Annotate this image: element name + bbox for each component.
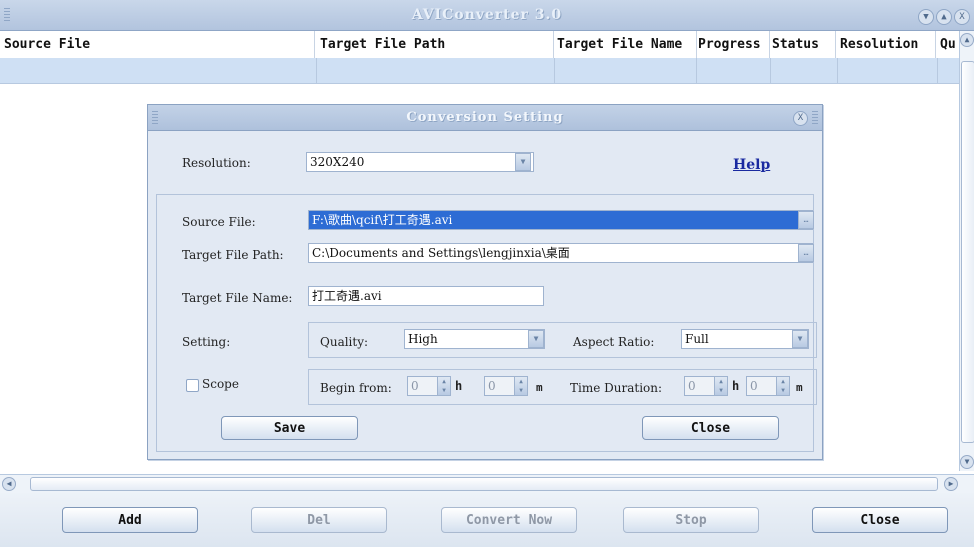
chevron-down-icon[interactable]: ▼ bbox=[515, 153, 531, 171]
target-file-path-label: Target File Path: bbox=[182, 248, 284, 262]
help-link[interactable]: Help bbox=[733, 157, 770, 173]
column-header-source-file[interactable]: Source File bbox=[4, 31, 315, 58]
close-button[interactable]: Close bbox=[812, 507, 948, 533]
maximize-button[interactable]: ▲ bbox=[936, 9, 952, 25]
table-cell bbox=[838, 58, 938, 83]
hours-unit: h bbox=[455, 379, 463, 393]
table-header: Source File Target File Path Target File… bbox=[0, 31, 960, 58]
duration-hours-stepper[interactable]: ▲ ▼ bbox=[714, 376, 728, 396]
scroll-right-icon[interactable]: ▶ bbox=[944, 477, 958, 491]
aspect-ratio-label: Aspect Ratio: bbox=[573, 335, 655, 349]
convert-now-button[interactable]: Convert Now bbox=[441, 507, 577, 533]
source-file-field[interactable]: F:\歌曲\qcif\打工奇遇.avi bbox=[308, 210, 813, 230]
table-cell bbox=[555, 58, 697, 83]
hours-unit: h bbox=[732, 379, 740, 393]
dialog-title: Conversion Setting bbox=[406, 110, 564, 125]
vertical-scrollbar[interactable]: ▲ ▼ bbox=[959, 31, 974, 471]
table-cell bbox=[697, 58, 771, 83]
vertical-scroll-thumb[interactable] bbox=[961, 61, 974, 443]
resolution-label: Resolution: bbox=[182, 156, 251, 170]
table-cell bbox=[771, 58, 838, 83]
scope-label: Scope bbox=[202, 377, 239, 391]
browse-source-icon[interactable]: … bbox=[798, 211, 814, 229]
column-header-progress[interactable]: Progress bbox=[698, 31, 770, 58]
dialog-title-bar: Conversion Setting X bbox=[148, 105, 822, 131]
horizontal-scroll-thumb[interactable] bbox=[30, 477, 938, 491]
column-header-target-file-name[interactable]: Target File Name bbox=[557, 31, 697, 58]
scroll-down-icon[interactable]: ▼ bbox=[960, 455, 974, 469]
add-button[interactable]: Add bbox=[62, 507, 198, 533]
target-file-name-field[interactable]: 打工奇遇.avi bbox=[308, 286, 544, 306]
setting-label: Setting: bbox=[182, 335, 231, 349]
resolution-select[interactable]: 320X240 bbox=[306, 152, 534, 172]
stop-button[interactable]: Stop bbox=[623, 507, 759, 533]
save-button[interactable]: Save bbox=[221, 416, 358, 440]
dialog-close-icon[interactable]: X bbox=[793, 111, 808, 126]
source-file-label: Source File: bbox=[182, 215, 256, 229]
bottom-toolbar: Add Del Convert Now Stop Close bbox=[0, 493, 974, 547]
column-header-resolution[interactable]: Resolution bbox=[840, 31, 936, 58]
dialog-close-button[interactable]: Close bbox=[642, 416, 779, 440]
duration-minutes-stepper[interactable]: ▲ ▼ bbox=[776, 376, 790, 396]
minutes-unit: m bbox=[536, 381, 543, 394]
close-window-button[interactable]: X bbox=[954, 9, 970, 25]
title-bar: AVIConverter 3.0 ▼ ▲ X bbox=[0, 0, 974, 31]
quality-select[interactable]: High bbox=[404, 329, 545, 349]
column-header-status[interactable]: Status bbox=[772, 31, 836, 58]
target-file-name-label: Target File Name: bbox=[182, 291, 293, 305]
chevron-down-icon[interactable]: ▼ bbox=[528, 330, 544, 348]
column-header-quality[interactable]: Qu bbox=[940, 31, 960, 58]
table-row[interactable] bbox=[0, 58, 960, 84]
scope-checkbox[interactable] bbox=[186, 379, 199, 392]
table-cell bbox=[0, 58, 317, 83]
grip-icon bbox=[812, 111, 818, 125]
column-header-target-file-path[interactable]: Target File Path bbox=[320, 31, 554, 58]
begin-hours-stepper[interactable]: ▲ ▼ bbox=[437, 376, 451, 396]
scroll-up-icon[interactable]: ▲ bbox=[960, 33, 974, 47]
table-cell bbox=[938, 58, 960, 83]
quality-label: Quality: bbox=[320, 335, 369, 349]
aspect-ratio-select[interactable]: Full bbox=[681, 329, 809, 349]
minutes-unit: m bbox=[796, 381, 803, 394]
horizontal-scrollbar[interactable]: ◀ ▶ bbox=[0, 474, 974, 494]
conversion-setting-dialog: Conversion Setting X Resolution: 320X240… bbox=[147, 104, 823, 460]
delete-button[interactable]: Del bbox=[251, 507, 387, 533]
begin-from-label: Begin from: bbox=[320, 381, 392, 395]
browse-target-icon[interactable]: … bbox=[798, 244, 814, 262]
scroll-left-icon[interactable]: ◀ bbox=[2, 477, 16, 491]
chevron-down-icon[interactable]: ▼ bbox=[792, 330, 808, 348]
begin-minutes-stepper[interactable]: ▲ ▼ bbox=[514, 376, 528, 396]
minimize-button[interactable]: ▼ bbox=[918, 9, 934, 25]
window-title: AVIConverter 3.0 bbox=[411, 7, 563, 23]
target-file-path-field[interactable]: C:\Documents and Settings\lengjinxia\桌面 bbox=[308, 243, 813, 263]
table-cell bbox=[317, 58, 555, 83]
time-duration-label: Time Duration: bbox=[570, 381, 663, 395]
